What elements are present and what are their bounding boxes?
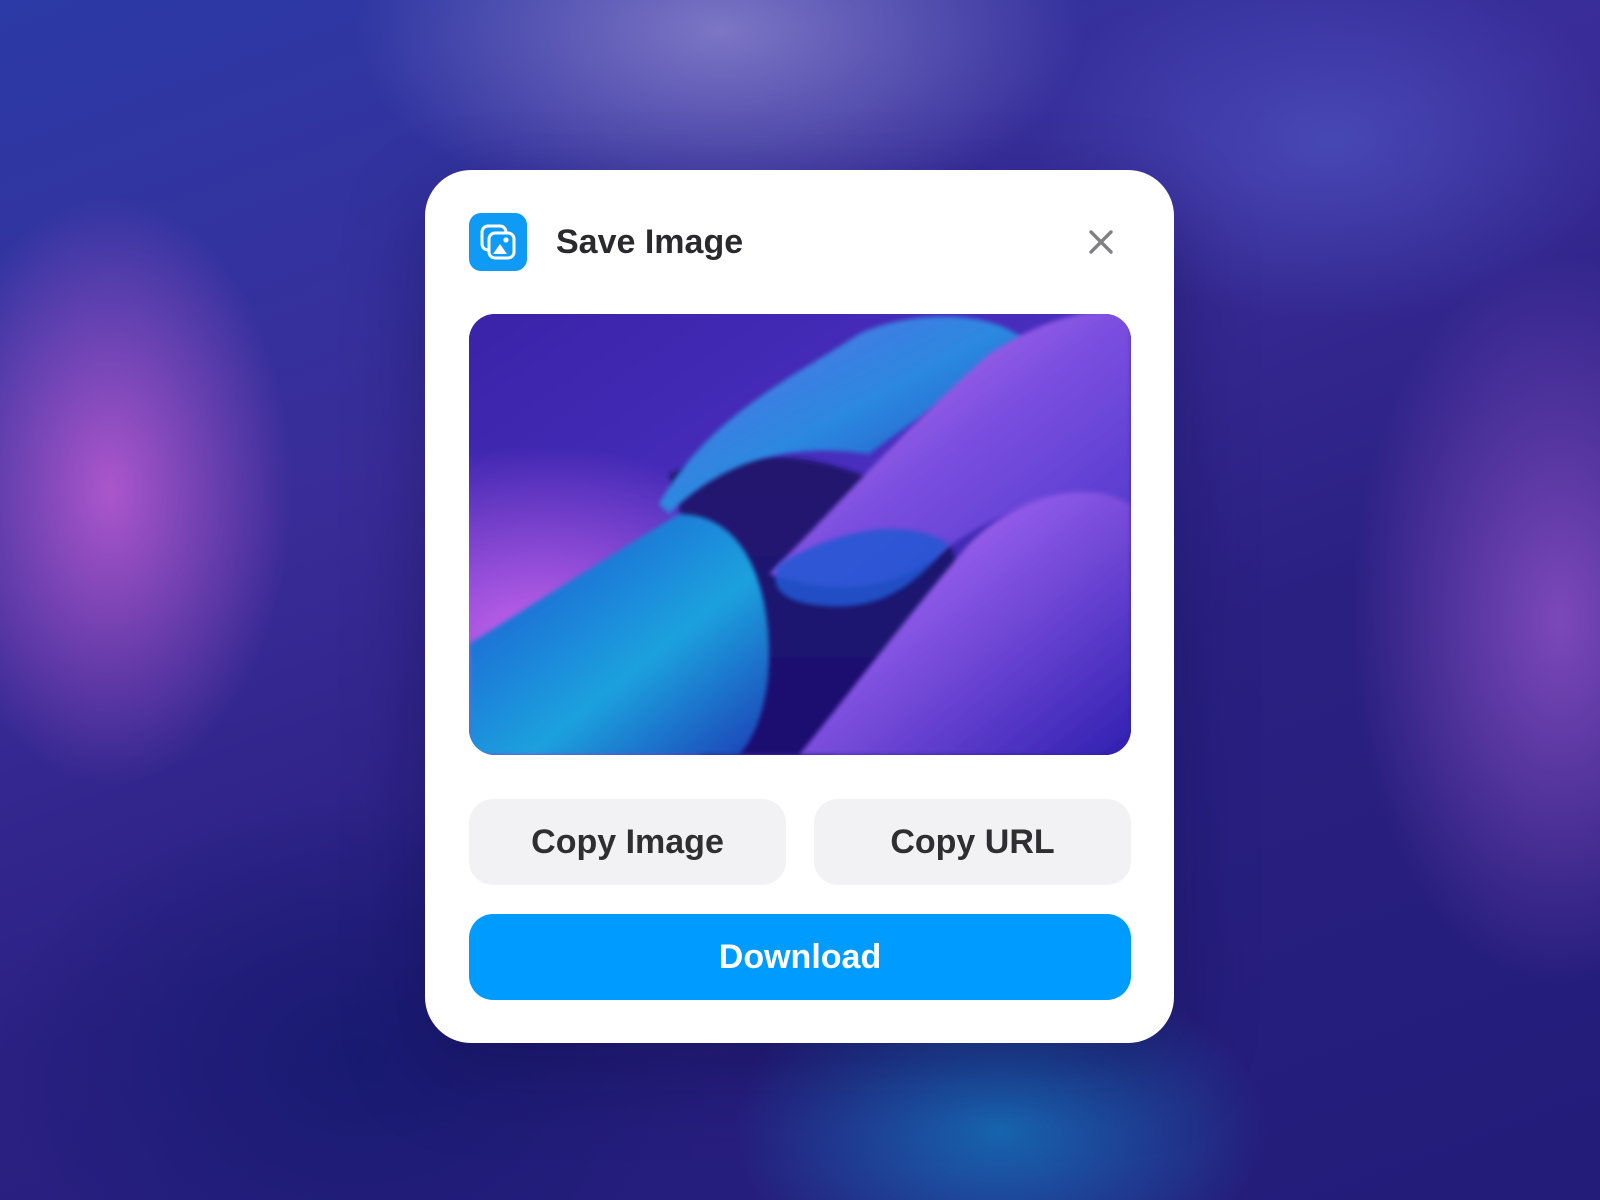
image-preview xyxy=(469,314,1131,755)
close-button[interactable] xyxy=(1081,222,1121,262)
download-button[interactable]: Download xyxy=(469,914,1131,1000)
close-icon xyxy=(1089,230,1113,254)
copy-url-button[interactable]: Copy URL xyxy=(814,799,1131,885)
image-copy-icon xyxy=(469,213,527,271)
save-image-dialog: Save Image Copy Image Copy URL Download xyxy=(425,170,1174,1043)
copy-image-button[interactable]: Copy Image xyxy=(469,799,786,885)
dialog-title: Save Image xyxy=(556,223,744,261)
